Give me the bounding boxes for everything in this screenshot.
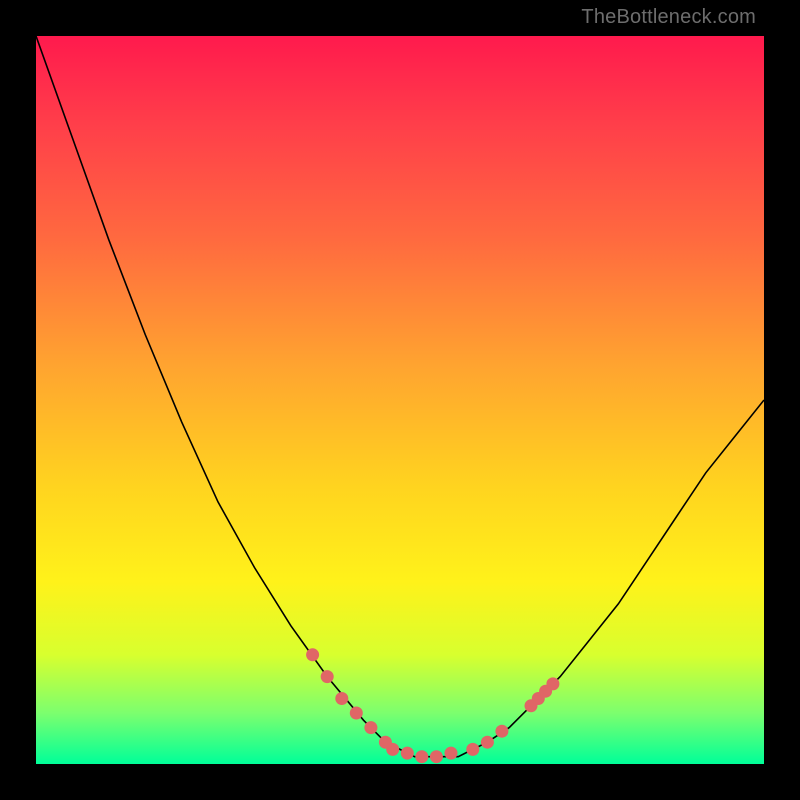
curve-marker	[466, 743, 479, 756]
curve-marker	[546, 677, 559, 690]
curve-marker	[350, 707, 363, 720]
curve-marker	[364, 721, 377, 734]
curve-marker	[386, 743, 399, 756]
curve-marker	[430, 750, 443, 763]
curve-marker	[335, 692, 348, 705]
bottleneck-curve	[36, 36, 764, 757]
plot-area	[36, 36, 764, 764]
chart-svg	[36, 36, 764, 764]
curve-marker	[495, 725, 508, 738]
curve-marker	[306, 648, 319, 661]
curve-marker	[445, 747, 458, 760]
curve-marker	[415, 750, 428, 763]
curve-marker	[401, 747, 414, 760]
curve-marker	[321, 670, 334, 683]
curve-markers	[306, 648, 559, 763]
curve-marker	[481, 736, 494, 749]
watermark-text: TheBottleneck.com	[581, 6, 756, 29]
